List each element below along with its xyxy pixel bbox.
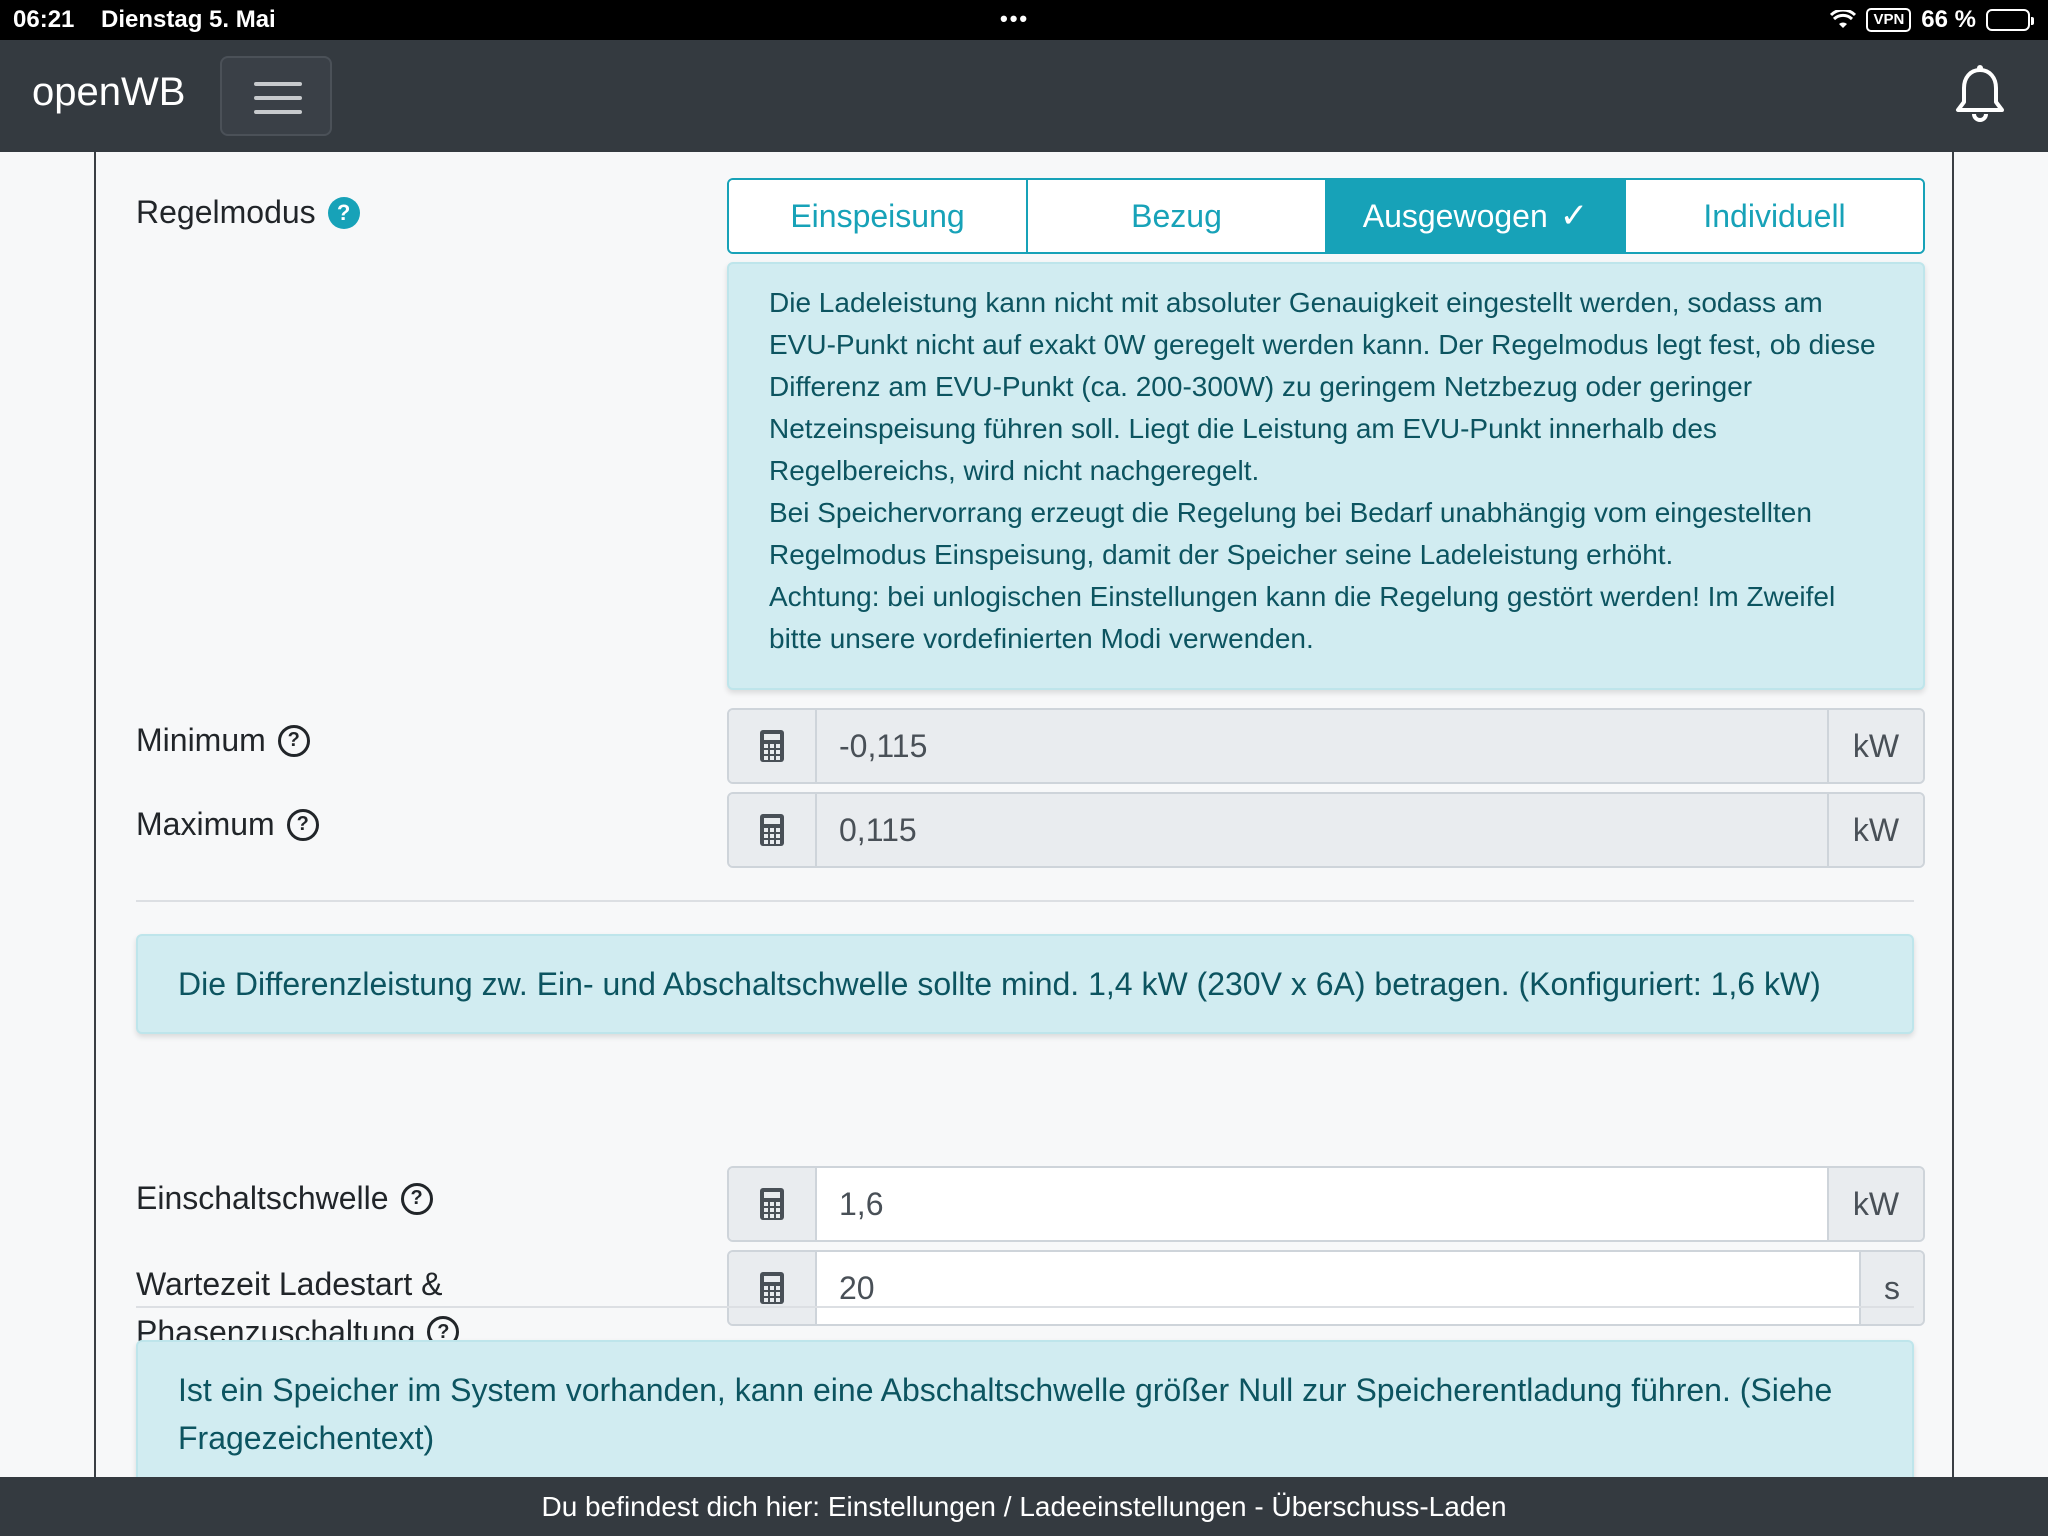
einschaltschwelle-input-group: 1,6 kW bbox=[727, 1166, 1925, 1242]
regelmodus-info-box: Die Ladeleistung kann nicht mit absolute… bbox=[727, 262, 1925, 690]
menu-toggle-button[interactable] bbox=[220, 56, 332, 136]
einschaltschwelle-unit: kW bbox=[1827, 1168, 1923, 1240]
differenz-info-box: Die Differenzleistung zw. Ein- und Absch… bbox=[136, 934, 1914, 1034]
minimum-input: -0,115 bbox=[817, 710, 1827, 782]
status-date: Dienstag 5. Mai bbox=[101, 6, 276, 33]
regelmodus-label-row: Regelmodus ? bbox=[136, 194, 360, 231]
vpn-badge: VPN bbox=[1866, 8, 1912, 32]
wifi-icon bbox=[1830, 10, 1857, 28]
einschaltschwelle-label-row: Einschaltschwelle ? bbox=[136, 1180, 433, 1217]
help-icon[interactable]: ? bbox=[277, 724, 310, 757]
help-icon[interactable]: ? bbox=[286, 808, 319, 841]
regelmodus-option-einspeisung[interactable]: Einspeisung bbox=[729, 180, 1028, 252]
regelmodus-label: Regelmodus bbox=[136, 194, 316, 230]
regelmodus-info-text-2: Bei Speichervorrang erzeugt die Regelung… bbox=[769, 497, 1812, 570]
divider bbox=[136, 900, 1914, 902]
breadcrumb-footer: Du befindest dich hier: Einstellungen / … bbox=[0, 1477, 2048, 1536]
checkmark-icon: ✓ bbox=[1559, 197, 1589, 235]
status-bar: 06:21 Dienstag 5. Mai ••• VPN 66 % bbox=[0, 0, 2048, 40]
minimum-input-group: -0,115 kW bbox=[727, 708, 1925, 784]
bell-icon[interactable] bbox=[1952, 64, 2008, 128]
calculator-icon bbox=[729, 710, 817, 782]
maximum-input-group: 0,115 kW bbox=[727, 792, 1925, 868]
regelmodus-option-bezug[interactable]: Bezug bbox=[1028, 180, 1327, 252]
battery-percent: 66 % bbox=[1921, 6, 1976, 33]
status-right: VPN 66 % bbox=[1830, 6, 2034, 34]
regelmodus-option-ausgewogen[interactable]: Ausgewogen ✓ bbox=[1327, 180, 1626, 252]
wartezeit-input-group: 20 s bbox=[727, 1250, 1925, 1326]
minimum-unit: kW bbox=[1827, 710, 1923, 782]
maximum-label-row: Maximum ? bbox=[136, 806, 319, 843]
help-icon[interactable]: ? bbox=[400, 1182, 433, 1215]
help-icon[interactable]: ? bbox=[327, 196, 360, 229]
regelmodus-segmented-control: Einspeisung Bezug Ausgewogen ✓ Individuel… bbox=[727, 178, 1925, 254]
regelmodus-info-text-3: Achtung: bei unlogischen Einstellungen k… bbox=[769, 581, 1836, 654]
maximum-unit: kW bbox=[1827, 794, 1923, 866]
maximum-input: 0,115 bbox=[817, 794, 1827, 866]
minimum-label-row: Minimum ? bbox=[136, 722, 310, 759]
battery-icon bbox=[1986, 9, 2034, 31]
wartezeit-unit: s bbox=[1859, 1252, 1923, 1324]
calculator-icon bbox=[729, 1252, 817, 1324]
einschaltschwelle-label: Einschaltschwelle bbox=[136, 1180, 389, 1216]
navbar: openWB bbox=[0, 40, 2048, 152]
calculator-icon bbox=[729, 794, 817, 866]
differenz-info-text: Die Differenzleistung zw. Ein- und Absch… bbox=[178, 966, 1821, 1002]
einschaltschwelle-input[interactable]: 1,6 bbox=[817, 1168, 1827, 1240]
minimum-label: Minimum bbox=[136, 722, 266, 758]
calculator-icon bbox=[729, 1168, 817, 1240]
speicher-info-text: Ist ein Speicher im System vorhanden, ka… bbox=[178, 1372, 1833, 1456]
maximum-label: Maximum bbox=[136, 806, 275, 842]
divider bbox=[136, 1306, 1914, 1308]
speicher-info-box: Ist ein Speicher im System vorhanden, ka… bbox=[136, 1340, 1914, 1490]
multitasking-dots-icon[interactable]: ••• bbox=[1000, 6, 1029, 32]
brand-logo[interactable]: openWB bbox=[32, 70, 185, 115]
settings-card: Regelmodus ? Einspeisung Bezug Ausgewoge… bbox=[94, 152, 1954, 1490]
breadcrumb: Du befindest dich hier: Einstellungen / … bbox=[541, 1490, 1507, 1522]
regelmodus-option-individuell[interactable]: Individuell bbox=[1626, 180, 1923, 252]
regelmodus-info-text-1: Die Ladeleistung kann nicht mit absolute… bbox=[769, 287, 1876, 486]
wartezeit-input[interactable]: 20 bbox=[817, 1252, 1859, 1324]
wartezeit-label-line1: Wartezeit Ladestart & bbox=[136, 1266, 443, 1302]
status-time: 06:21 bbox=[13, 6, 75, 33]
